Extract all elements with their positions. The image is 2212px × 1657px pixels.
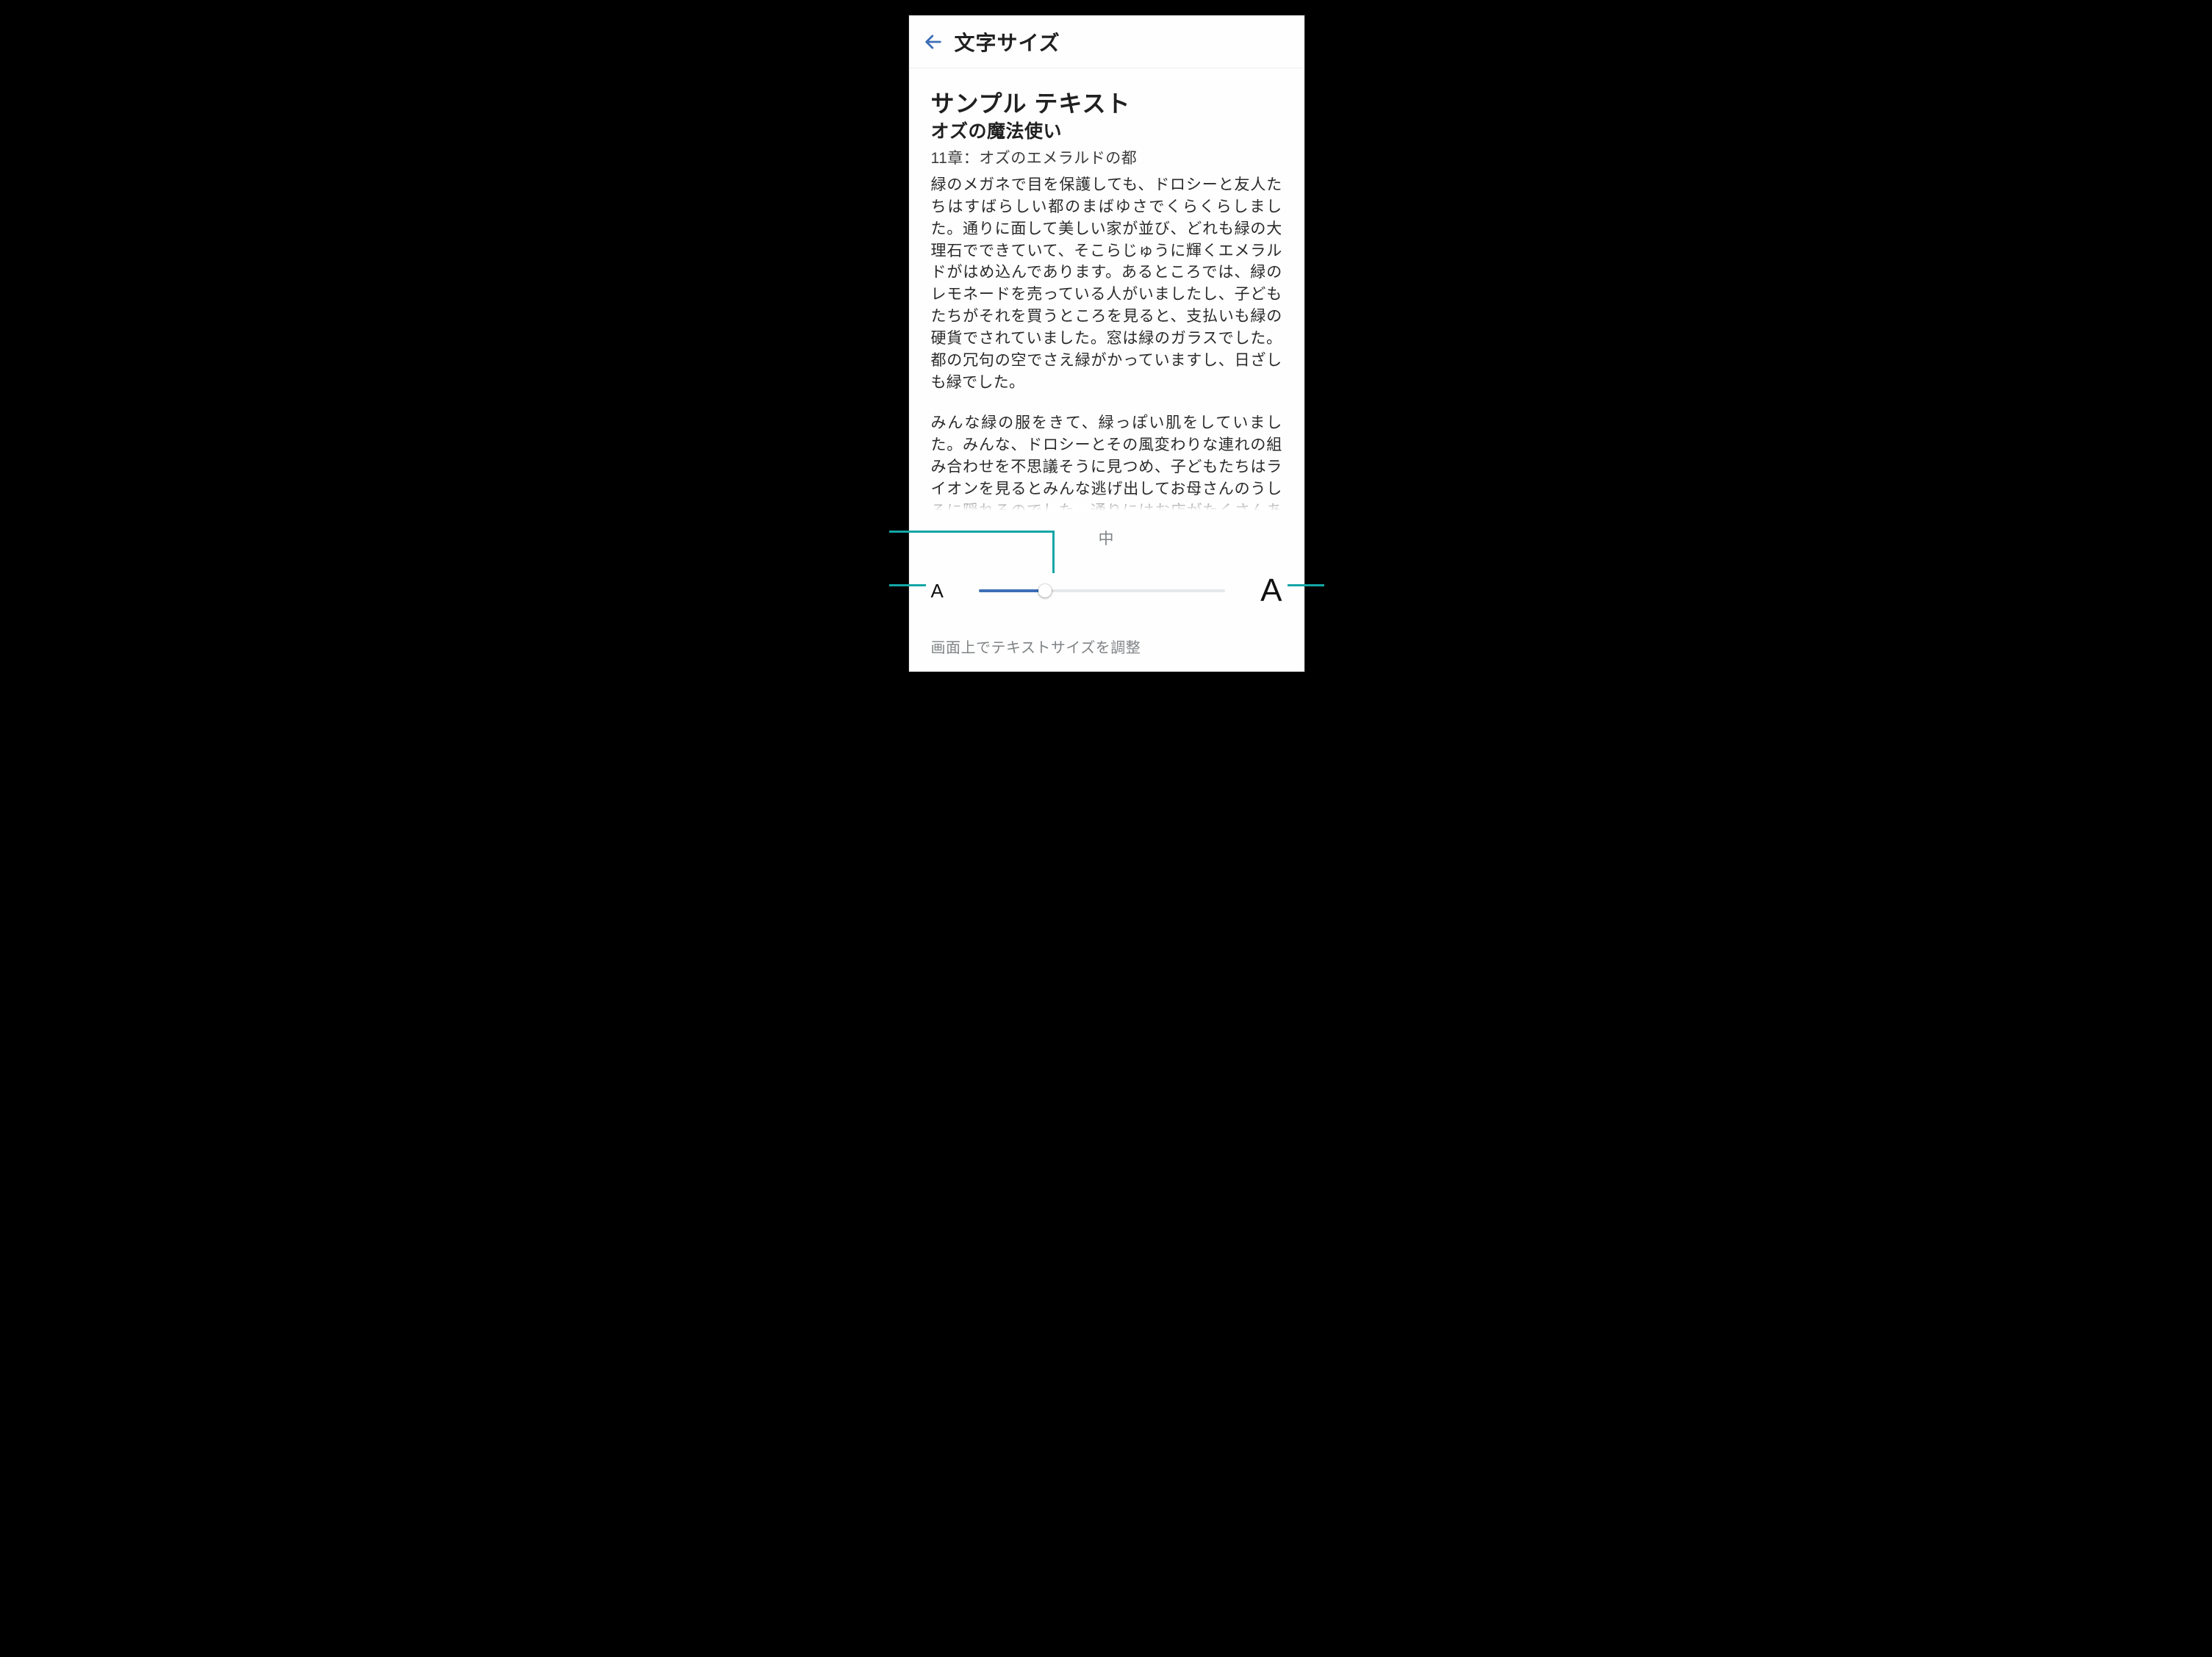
stage: 文字サイズ サンプル テキスト オズの魔法使い 11章：オズのエメラルドの都 緑… xyxy=(639,0,1573,700)
callout-line-top-v xyxy=(1052,531,1055,573)
app-bar: 文字サイズ xyxy=(909,15,1304,68)
sample-paragraph-1: 緑のメガネで目を保護しても、ドロシーと友人たちはすばらしい都のまばゆさでくらくら… xyxy=(931,174,1282,393)
font-size-slider[interactable] xyxy=(979,582,1225,600)
sample-paragraph-2: みんな緑の服をきて、緑っぽい肌をしていました。みんな、ドロシーとその風変わりな連… xyxy=(931,412,1282,511)
slider-panel: 中 A A 画面上でテキストサイズを調整 xyxy=(909,511,1304,672)
callout-line-left xyxy=(889,584,926,586)
page-title: 文字サイズ xyxy=(955,27,1060,57)
phone-frame: 文字サイズ サンプル テキスト オズの魔法使い 11章：オズのエメラルドの都 緑… xyxy=(909,15,1304,672)
large-a-icon: A xyxy=(1260,575,1282,607)
slider-row: A A xyxy=(931,574,1282,608)
callout-line-right xyxy=(1288,584,1324,586)
book-title: オズの魔法使い xyxy=(931,120,1282,145)
slider-thumb[interactable] xyxy=(1038,584,1052,597)
sample-heading: サンプル テキスト xyxy=(931,89,1282,118)
small-a-icon: A xyxy=(931,581,944,600)
callout-line-top xyxy=(889,531,1055,533)
hint-text: 画面上でテキストサイズを調整 xyxy=(931,636,1282,657)
back-button[interactable] xyxy=(916,25,950,59)
slider-track-fill xyxy=(979,589,1046,592)
sample-text-area: サンプル テキスト オズの魔法使い 11章：オズのエメラルドの都 緑のメガネで目… xyxy=(909,68,1304,511)
chapter-title: 11章：オズのエメラルドの都 xyxy=(931,148,1282,170)
arrow-left-icon xyxy=(923,32,944,52)
